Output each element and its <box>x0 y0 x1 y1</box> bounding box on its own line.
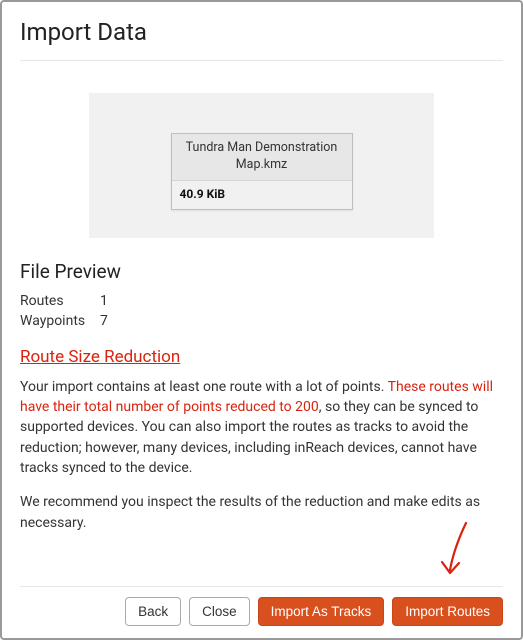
routes-label: Routes <box>20 293 100 309</box>
close-button[interactable]: Close <box>189 597 250 626</box>
file-drop-area: Tundra Man Demonstration Map.kmz 40.9 Ki… <box>89 93 434 238</box>
waypoints-label: Waypoints <box>20 313 100 329</box>
stat-row-waypoints: Waypoints 7 <box>20 313 503 329</box>
file-name: Tundra Man Demonstration Map.kmz <box>172 134 352 181</box>
import-as-tracks-button[interactable]: Import As Tracks <box>258 597 385 626</box>
reduction-text-a: Your import contains at least one route … <box>20 379 388 395</box>
file-card[interactable]: Tundra Man Demonstration Map.kmz 40.9 Ki… <box>171 133 353 210</box>
modal-footer: Back Close Import As Tracks Import Route… <box>20 586 503 638</box>
stat-row-routes: Routes 1 <box>20 293 503 309</box>
file-size: 40.9 KiB <box>172 181 352 209</box>
import-routes-button[interactable]: Import Routes <box>392 597 503 626</box>
reduction-paragraph-2: We recommend you inspect the results of … <box>20 492 503 533</box>
import-data-modal: Import Data Tundra Man Demonstration Map… <box>2 2 521 638</box>
back-button[interactable]: Back <box>125 597 181 626</box>
modal-title: Import Data <box>20 18 503 61</box>
route-size-reduction-link[interactable]: Route Size Reduction <box>20 347 503 367</box>
file-preview-heading: File Preview <box>20 260 503 283</box>
reduction-paragraph-1: Your import contains at least one route … <box>20 377 503 478</box>
waypoints-value: 7 <box>100 313 108 329</box>
routes-value: 1 <box>100 293 108 309</box>
file-preview-stats: Routes 1 Waypoints 7 <box>20 293 503 333</box>
